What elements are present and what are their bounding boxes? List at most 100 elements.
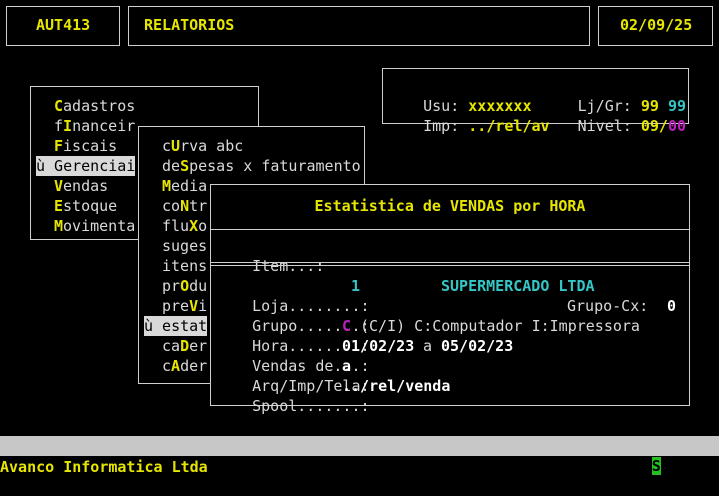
menu-item-text: ovimenta [63, 217, 136, 235]
menu-item-text: edia [171, 177, 208, 195]
menu-item-text: adastros [63, 97, 136, 115]
program-code: AUT413 [36, 16, 91, 34]
menu-item-text: er [189, 337, 208, 355]
submenu-item[interactable]: suges [162, 236, 207, 256]
menu-item-text: ca [162, 337, 181, 355]
submenu-item[interactable]: Media [162, 176, 207, 196]
menu-item-text: c [162, 357, 172, 375]
nivel-label: Nivel: [577, 117, 632, 135]
grupo-cx-value[interactable]: 0 [667, 296, 676, 316]
menu-item-text: pesas x faturamento [189, 157, 361, 175]
menu-item-text: flu [162, 217, 190, 235]
dialog-title: Estatistica de VENDAS por HORA [314, 197, 586, 215]
header-date: 02/09/25 [620, 16, 693, 34]
menu-item-hotkey: N [180, 197, 190, 215]
divider [211, 265, 689, 266]
submenu-item[interactable]: itens [162, 256, 207, 276]
menu-item-hotkey: V [189, 297, 199, 315]
imp-row: Imp: ../rel/av [387, 96, 550, 156]
menu-item-text: co [162, 197, 181, 215]
menu-item-hotkey: S [180, 157, 190, 175]
main-menu-item[interactable]: Vendas [54, 176, 108, 196]
date-box: 02/09/25 [598, 6, 713, 46]
menu-item-hotkey: O [180, 277, 190, 295]
menu-item-hotkey: F [54, 137, 64, 155]
user-info-panel: Usu: xxxxxxx Imp: ../rel/av Lj/Gr: 99 99… [382, 68, 689, 135]
menu-item-text: suges [162, 237, 208, 255]
program-code-box: AUT413 [6, 6, 120, 46]
hora-options: (C/I) C:Computador I:Impressora [360, 317, 640, 335]
confirm-prompt: Confirma? S (S/N) [525, 436, 715, 496]
grupo-cx-label: Grupo-Cx: [567, 297, 649, 315]
menu-item-hotkey: C [54, 97, 64, 115]
arq-value[interactable]: a [342, 356, 351, 376]
vendas-separator: a [423, 337, 433, 355]
menu-item-text: ù estat [144, 317, 208, 335]
loja-value[interactable]: 1 [351, 276, 360, 296]
vendas-from-field[interactable]: 01/02/23 [342, 336, 414, 356]
hora-value[interactable]: C [342, 316, 351, 336]
item-label: Item...: [252, 257, 325, 275]
main-menu-item[interactable]: Cadastros [54, 96, 135, 116]
submenu-item[interactable]: preVi [162, 296, 207, 316]
submenu-item[interactable]: caDer [162, 336, 207, 356]
menu-item-hotkey: A [171, 357, 181, 375]
menu-item-text: stoque [63, 197, 118, 215]
confirm-input[interactable]: S [651, 457, 661, 475]
status-bar: Confirma? S (S/N) [0, 436, 719, 475]
report-dialog: Estatistica de VENDAS por HORA Item...: … [210, 184, 690, 415]
menu-item-hotkey: M [54, 217, 64, 235]
spool-label: Spool.......: [252, 397, 370, 415]
menu-item-hotkey: M [162, 177, 172, 195]
menu-item-text: i [198, 297, 208, 315]
menu-item-text: ù Gerenciai [36, 157, 136, 175]
menu-item-text: c [162, 137, 172, 155]
company-name: Avanco Informatica Ltda [0, 458, 208, 476]
main-menu-item[interactable]: Movimenta [54, 216, 135, 236]
submenu-item[interactable]: fluXo [162, 216, 207, 236]
menu-item-hotkey: I [63, 117, 73, 135]
main-menu-item[interactable]: Estoque [54, 196, 117, 216]
nivel-value-2: 00 [667, 117, 686, 135]
main-menu-item[interactable]: Fiscais [54, 136, 117, 156]
submenu-item[interactable]: ù estat [144, 316, 208, 336]
menu-item-text: pr [162, 277, 181, 295]
nivel-value-1: 09/ [640, 117, 668, 135]
menu-item-text: endas [63, 177, 109, 195]
imp-value: ../rel/av [468, 117, 550, 135]
menu-item-text: o [198, 217, 208, 235]
menu-item-hotkey: D [180, 337, 190, 355]
submenu-item[interactable]: deSpesas x faturamento [162, 156, 361, 176]
submenu-item[interactable]: cAder [162, 356, 207, 376]
menu-item-text: f [54, 117, 64, 135]
menu-item-text: pre [162, 297, 190, 315]
imp-label: Imp: [423, 117, 460, 135]
submenu-item[interactable]: cUrva abc [162, 136, 243, 156]
menu-item-hotkey: E [54, 197, 64, 215]
section-title-box: RELATORIOS [128, 6, 590, 46]
menu-item-text: nanceir [72, 117, 136, 135]
menu-item-text: iscais [63, 137, 118, 155]
menu-item-hotkey: V [54, 177, 64, 195]
submenu-item[interactable]: coNtr [162, 196, 207, 216]
vendas-to-field[interactable]: 05/02/23 [441, 336, 513, 356]
section-title: RELATORIOS [144, 16, 235, 34]
menu-item-text: tr [189, 197, 208, 215]
main-menu-item[interactable]: fInanceir [54, 116, 135, 136]
main-menu-item[interactable]: ù Gerenciai [36, 156, 136, 176]
spool-value[interactable]: ../rel/venda [342, 376, 450, 396]
menu-item-text: de [162, 157, 181, 175]
confirm-options: (S/N) [669, 457, 715, 475]
loja-name: SUPERMERCADO LTDA [441, 277, 595, 295]
submenu-item[interactable]: prOdu [162, 276, 207, 296]
menu-item-text: itens [162, 257, 208, 275]
menu-item-text: du [189, 277, 208, 295]
divider [211, 229, 689, 230]
nivel-row: Nivel: 09/00 [542, 96, 686, 156]
menu-item-text: rva abc [180, 137, 244, 155]
menu-item-text: der [180, 357, 208, 375]
menu-item-hotkey: U [171, 137, 181, 155]
confirm-label: Confirma? [561, 457, 643, 475]
divider [211, 262, 689, 263]
menu-item-hotkey: X [189, 217, 199, 235]
